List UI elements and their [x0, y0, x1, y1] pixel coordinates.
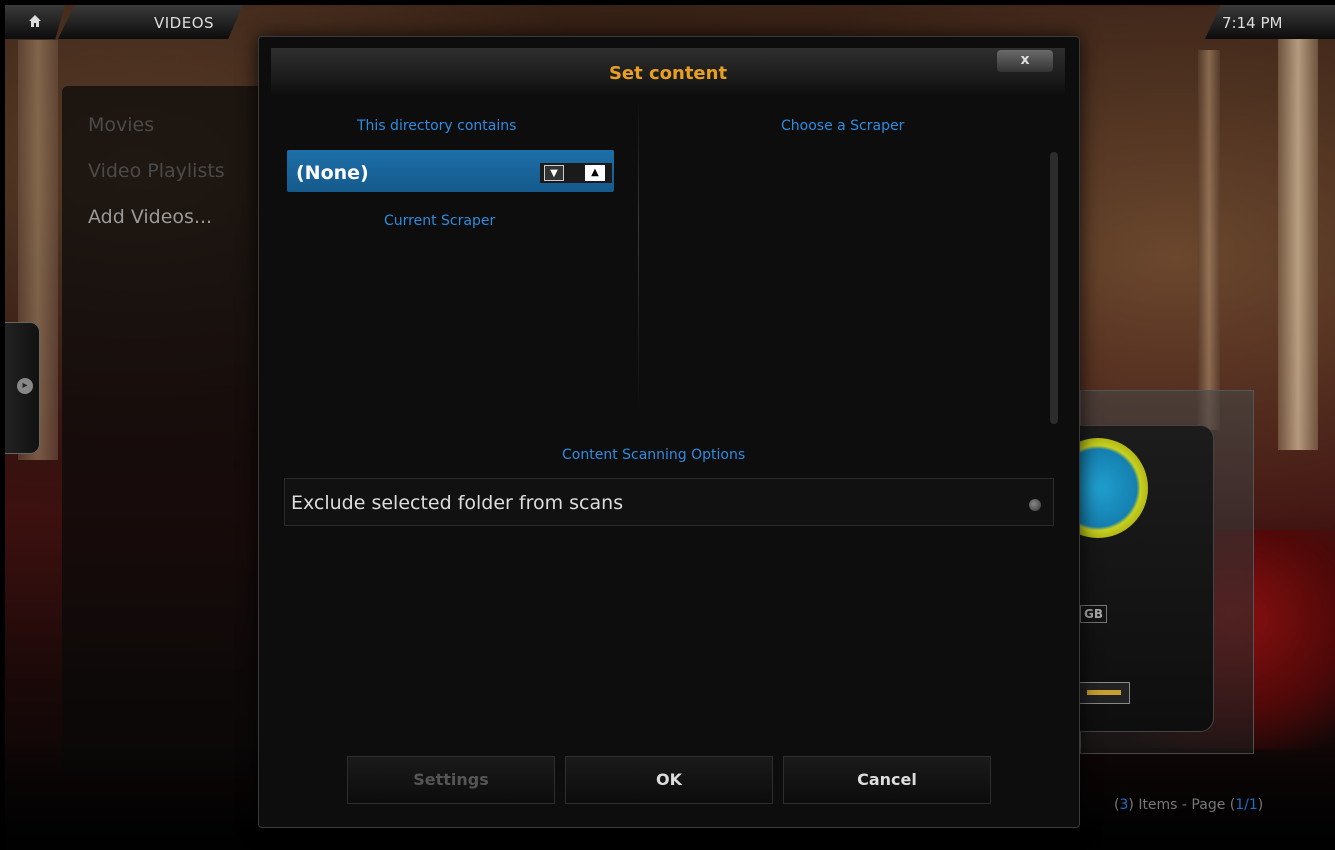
sidebar-item-video-playlists[interactable]: Video Playlists — [88, 160, 225, 182]
radio-off-icon[interactable] — [1029, 499, 1041, 511]
close-icon: x — [1020, 52, 1030, 68]
directory-contains-label: This directory contains — [357, 118, 517, 134]
cancel-button[interactable]: Cancel — [783, 756, 991, 804]
clock: 7:14 PM — [1222, 14, 1283, 32]
settings-button[interactable]: Settings — [347, 756, 555, 804]
items-page-info: (3) Items - Page (1/1) — [1114, 797, 1264, 813]
close-button[interactable]: x — [997, 50, 1053, 72]
content-type-value: (None) — [296, 162, 369, 184]
exclude-folder-label: Exclude selected folder from scans — [291, 492, 624, 514]
scanning-options-label: Content Scanning Options — [562, 447, 746, 463]
scrollbar-thumb[interactable] — [1050, 152, 1058, 424]
current-scraper-label: Current Scraper — [384, 213, 496, 229]
sidebar-panel — [62, 86, 282, 776]
items-count: 3 — [1119, 797, 1129, 813]
items-text: Items - Page — [1138, 797, 1226, 813]
column-divider — [638, 100, 639, 410]
page-number: 1/1 — [1235, 797, 1258, 813]
triangle-down-icon[interactable]: ▼ — [544, 165, 564, 181]
background-pillar-right-inner — [1198, 50, 1220, 430]
ok-button[interactable]: OK — [565, 756, 773, 804]
drive-slot-icon — [1078, 682, 1130, 704]
dialog-title: Set content — [608, 63, 728, 84]
sidebar-item-add-videos[interactable]: Add Videos... — [88, 206, 212, 228]
drive-size-label: GB — [1080, 605, 1107, 623]
section-tab — [58, 5, 243, 39]
home-icon — [29, 15, 41, 27]
choose-scraper-label: Choose a Scraper — [781, 118, 905, 134]
background-pillar-right — [1278, 20, 1318, 450]
section-title: VIDEOS — [154, 14, 215, 32]
triangle-up-icon[interactable]: ▲ — [585, 165, 605, 181]
chevron-right-icon[interactable]: ▸ — [17, 378, 33, 394]
sidebar-item-movies[interactable]: Movies — [88, 114, 154, 136]
